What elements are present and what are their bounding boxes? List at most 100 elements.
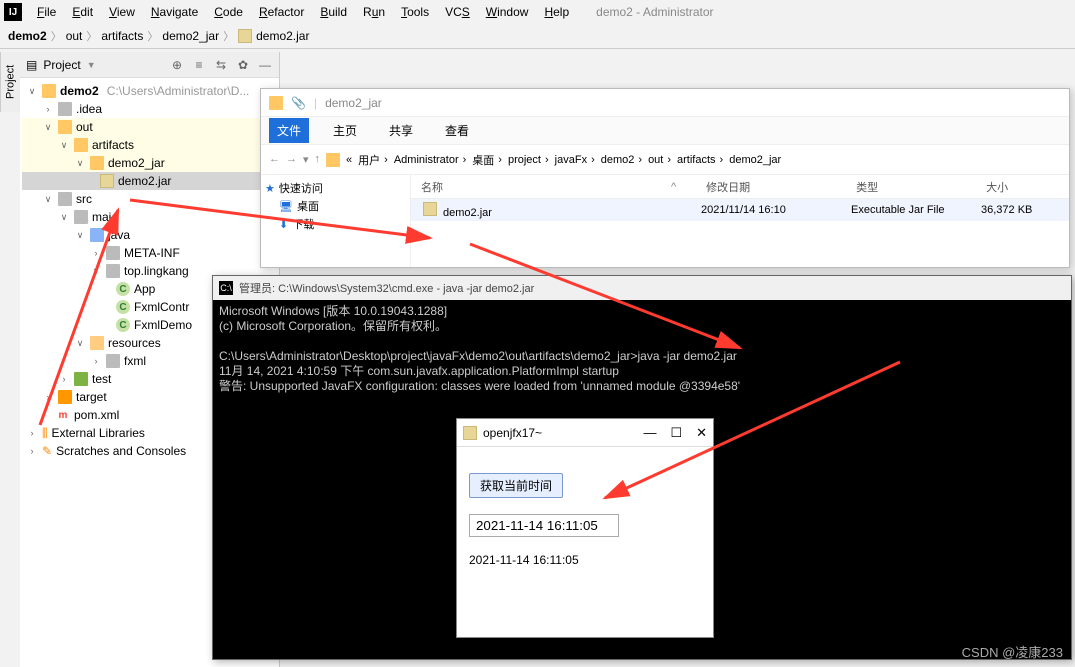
close-icon[interactable]: ✕ — [696, 425, 707, 441]
gear-icon[interactable]: ✿ — [235, 57, 251, 73]
folder-icon — [90, 156, 104, 170]
cmd-icon: C:\ — [219, 281, 233, 295]
menu-window[interactable]: Window — [479, 3, 536, 21]
folder-icon — [74, 210, 88, 224]
tree-target[interactable]: target — [76, 390, 107, 404]
path-javafx: javaFx› — [555, 154, 595, 166]
nav-up-icon[interactable]: ↑ — [315, 153, 321, 166]
menu-code[interactable]: Code — [207, 3, 250, 21]
tree-out[interactable]: out — [76, 120, 93, 134]
cmd-output[interactable]: Microsoft Windows [版本 10.0.19043.1288] (… — [213, 300, 1071, 398]
explorer-ribbon-tabs: 文件 主页 共享 查看 — [261, 117, 1069, 145]
java-icon — [463, 426, 477, 440]
tree-java[interactable]: java — [108, 228, 130, 242]
tree-resources[interactable]: resources — [108, 336, 161, 350]
crumb-demo2jar-dir[interactable]: demo2_jar — [162, 29, 219, 43]
tab-file[interactable]: 文件 — [269, 118, 309, 143]
crumb-out[interactable]: out — [66, 29, 83, 43]
javafx-titlebar[interactable]: openjfx17~ — ☐ ✕ — [457, 419, 713, 447]
explorer-sidebar: ★快速访问 🖥桌面 ⬇下载 — [261, 175, 411, 267]
explorer-titlebar[interactable]: 📎 | demo2_jar — [261, 89, 1069, 117]
tree-app[interactable]: App — [134, 282, 155, 296]
menu-edit[interactable]: Edit — [65, 3, 100, 21]
crumb-artifacts[interactable]: artifacts — [101, 29, 143, 43]
breadcrumb: demo2〉 out〉 artifacts〉 demo2_jar〉 demo2.… — [0, 24, 1075, 49]
tree-root[interactable]: demo2 — [60, 84, 99, 98]
folder-icon — [42, 84, 56, 98]
side-download[interactable]: 下载 — [292, 216, 314, 232]
menu-help[interactable]: Help — [537, 3, 576, 21]
cmd-title: 管理员: C:\Windows\System32\cmd.exe - java … — [239, 280, 534, 296]
tab-home[interactable]: 主页 — [325, 118, 365, 143]
hide-icon[interactable]: — — [257, 57, 273, 73]
col-size[interactable]: 大小 — [986, 179, 1066, 195]
tree-fxmlcontr[interactable]: FxmlContr — [134, 300, 189, 314]
tree-extlib[interactable]: External Libraries — [52, 426, 145, 440]
tab-share[interactable]: 共享 — [381, 118, 421, 143]
desktop-icon: 🖥 — [279, 200, 293, 213]
cmd-titlebar[interactable]: C:\ 管理员: C:\Windows\System32\cmd.exe - j… — [213, 276, 1071, 300]
collapse-all-icon[interactable]: ⇆ — [213, 57, 229, 73]
ide-logo: IJ — [4, 3, 22, 21]
tree-idea[interactable]: .idea — [76, 102, 102, 116]
jar-icon — [238, 29, 252, 43]
side-desktop[interactable]: 桌面 — [297, 198, 319, 214]
get-time-button[interactable]: 获取当前时间 — [469, 473, 563, 498]
tree-root-path: C:\Users\Administrator\D... — [107, 84, 250, 98]
side-quick[interactable]: 快速访问 — [279, 180, 323, 196]
col-name[interactable]: 名称 — [411, 179, 671, 195]
expand-all-icon[interactable]: ≡ — [191, 57, 207, 73]
tree-demo2jar-dir[interactable]: demo2_jar — [108, 156, 165, 170]
tree-fxmldemo[interactable]: FxmlDemo — [134, 318, 192, 332]
library-icon: ⫼ — [42, 426, 48, 441]
nav-fwd-icon[interactable]: → — [286, 153, 297, 166]
col-date[interactable]: 修改日期 — [706, 179, 856, 195]
menu-navigate[interactable]: Navigate — [144, 3, 205, 21]
tree-fxml[interactable]: fxml — [124, 354, 146, 368]
tree-demo2jar-file[interactable]: demo2.jar — [118, 174, 171, 188]
menu-vcs[interactable]: VCS — [438, 3, 477, 21]
nav-back-icon[interactable]: ← — [269, 153, 280, 166]
tree-mai[interactable]: mai — [92, 210, 111, 224]
menu-tools[interactable]: Tools — [394, 3, 436, 21]
minimize-icon[interactable]: — — [643, 425, 656, 441]
path-admin: Administrator› — [394, 154, 466, 166]
folder-icon — [106, 354, 120, 368]
path-project: project› — [508, 154, 549, 166]
scratches-icon: ✎ — [42, 444, 52, 458]
select-opened-icon[interactable]: ⊕ — [169, 57, 185, 73]
path-demo2jar: demo2_jar — [729, 154, 781, 166]
folder-icon — [326, 153, 340, 167]
tree-metainf[interactable]: META-INF — [124, 246, 180, 260]
project-dropdown-label[interactable]: Project — [43, 58, 80, 72]
pin-icon[interactable]: 📎 — [291, 96, 306, 110]
time-input[interactable] — [469, 514, 619, 537]
col-type[interactable]: 类型 — [856, 179, 986, 195]
nav-down-icon[interactable]: ▾ — [303, 153, 309, 166]
sidebar-tab-project[interactable]: Project — [0, 52, 20, 112]
xml-icon: m — [56, 408, 70, 422]
folder-icon — [106, 264, 120, 278]
file-size: 36,372 KB — [981, 204, 1061, 216]
tree-test[interactable]: test — [92, 372, 111, 386]
menu-view[interactable]: View — [102, 3, 142, 21]
ide-menubar: IJ File Edit View Navigate Code Refactor… — [0, 0, 1075, 24]
tree-scratches[interactable]: Scratches and Consoles — [56, 444, 186, 458]
file-row[interactable]: demo2.jar 2021/11/14 16:10 Executable Ja… — [411, 199, 1069, 221]
tree-pom[interactable]: pom.xml — [74, 408, 119, 422]
project-dropdown-icon[interactable]: ▤ — [26, 58, 37, 72]
menu-build[interactable]: Build — [313, 3, 354, 21]
tree-artifacts[interactable]: artifacts — [92, 138, 134, 152]
crumb-root[interactable]: demo2 — [8, 29, 47, 43]
menu-file[interactable]: File — [30, 3, 63, 21]
menu-run[interactable]: Run — [356, 3, 392, 21]
menu-refactor[interactable]: Refactor — [252, 3, 311, 21]
project-panel-header: ▤ Project ▼ ⊕ ≡ ⇆ ✿ — — [20, 52, 279, 78]
tab-view[interactable]: 查看 — [437, 118, 477, 143]
path-desktop: 桌面› — [472, 152, 502, 168]
star-icon: ★ — [265, 182, 275, 195]
crumb-jarfile[interactable]: demo2.jar — [256, 29, 309, 43]
tree-toplingkang[interactable]: top.lingkang — [124, 264, 189, 278]
tree-src[interactable]: src — [76, 192, 92, 206]
maximize-icon[interactable]: ☐ — [670, 425, 682, 441]
